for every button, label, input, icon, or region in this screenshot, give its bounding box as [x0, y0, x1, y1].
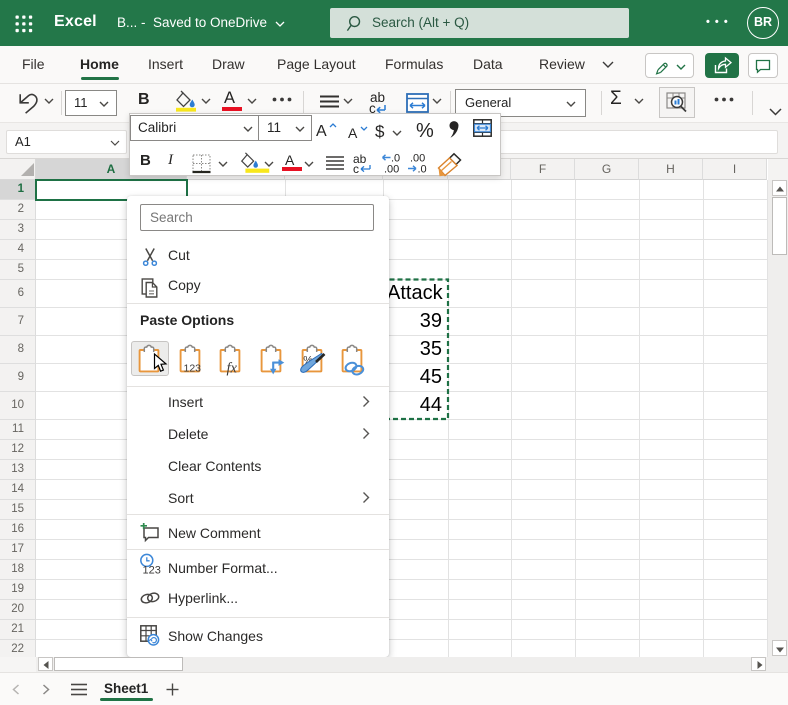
svg-text:.00: .00 — [384, 164, 399, 176]
svg-text:123: 123 — [143, 565, 161, 577]
svg-text:123: 123 — [184, 363, 202, 375]
svg-text:c: c — [353, 162, 359, 176]
svg-text:.0: .0 — [418, 164, 427, 176]
svg-text:fx: fx — [227, 361, 238, 377]
